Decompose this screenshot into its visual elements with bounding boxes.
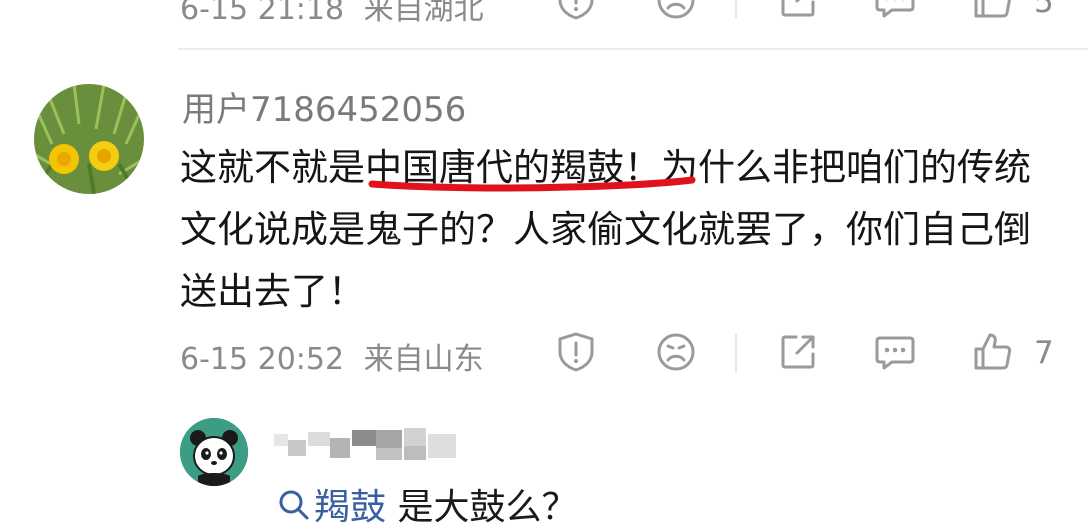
comment-bubble-icon[interactable] bbox=[872, 330, 918, 374]
comment-bubble-icon[interactable] bbox=[872, 0, 918, 22]
reply-search-link[interactable]: 羯鼓 bbox=[314, 487, 386, 528]
comment-username[interactable]: 用户7186452056 bbox=[182, 82, 466, 131]
comment-meta: 6-15 20:52 来自山东 bbox=[180, 334, 484, 378]
like-count: 7 bbox=[1034, 335, 1054, 371]
comment-timestamp: 6-15 20:52 bbox=[180, 342, 344, 377]
prev-like-count: 5 bbox=[1034, 0, 1054, 20]
search-icon[interactable] bbox=[278, 489, 310, 521]
avatar[interactable] bbox=[34, 84, 144, 194]
action-divider bbox=[735, 0, 737, 18]
red-underline-mark bbox=[368, 170, 698, 194]
prev-timestamp: 6-15 21:18 bbox=[180, 0, 344, 27]
action-divider bbox=[735, 334, 737, 372]
shield-alert-icon[interactable] bbox=[554, 0, 598, 22]
reply-avatar[interactable] bbox=[180, 418, 248, 486]
frown-face-icon[interactable] bbox=[654, 330, 698, 374]
thumbs-up-icon[interactable] bbox=[970, 330, 1014, 374]
prev-comment-meta: 6-15 21:18 来自湖北 bbox=[180, 0, 484, 28]
reply-body: 是大鼓么？ bbox=[386, 487, 577, 528]
comment-text: 这就不就是中国唐代的羯鼓！为什么非把咱们的传统文化说成是鬼子的？人家偷文化就罢了… bbox=[180, 137, 1060, 323]
thumbs-up-icon[interactable] bbox=[970, 0, 1014, 22]
reply-username-redacted bbox=[272, 424, 472, 464]
frown-face-icon[interactable] bbox=[654, 0, 698, 22]
share-icon[interactable] bbox=[776, 0, 820, 22]
comment-separator bbox=[178, 48, 1088, 50]
comment-location: 来自山东 bbox=[364, 342, 484, 377]
reply-text: 羯鼓 是大鼓么？ bbox=[314, 478, 577, 530]
shield-alert-icon[interactable] bbox=[554, 330, 598, 374]
comment-text-before: 这就不就是 bbox=[180, 146, 365, 189]
share-icon[interactable] bbox=[776, 330, 820, 374]
prev-location: 来自湖北 bbox=[364, 0, 484, 27]
